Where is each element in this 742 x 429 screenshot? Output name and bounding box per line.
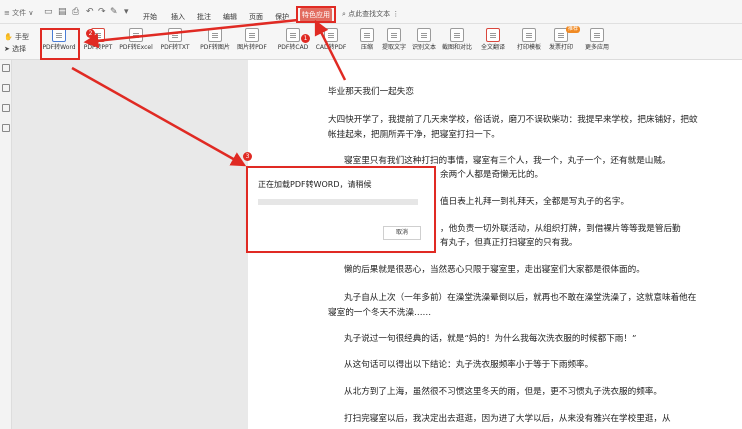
- doc-paragraph: 丸子说过一句很经典的话，就是“妈的！为什么我每次洗衣服的时候都下雨！”: [344, 334, 637, 344]
- left-sidebar: [0, 60, 12, 429]
- attachment-icon[interactable]: [2, 124, 10, 132]
- ocr-icon: [417, 28, 431, 42]
- invoice-print-button[interactable]: 推荐 发票打印: [546, 26, 580, 58]
- step-badge-2: 2: [86, 29, 95, 38]
- translate-button[interactable]: 全文翻译: [478, 28, 508, 58]
- print-icon[interactable]: ⎙: [72, 8, 79, 17]
- doc-paragraph: 打扫完寝室以后，我决定出去逛逛，因为进了大学以后，从来没有雅兴在学校里逛，从: [344, 414, 671, 424]
- save-icon[interactable]: ▤: [58, 8, 67, 17]
- redo-icon[interactable]: ↷: [98, 8, 106, 17]
- pdf-to-txt-icon: [168, 28, 182, 42]
- tool-label: PDF转PPT: [83, 44, 113, 51]
- screenshot-compare-button[interactable]: 截图和对比: [440, 28, 474, 58]
- search-box[interactable]: ⌕ 点此查找文本 ⋮: [342, 8, 399, 20]
- pdf-to-image-icon: [208, 28, 222, 42]
- doc-paragraph: 有丸子，但真正打扫寝室的只有我。: [440, 238, 578, 248]
- tab-edit[interactable]: 编辑: [220, 11, 240, 24]
- tool-label: PDF转TXT: [160, 44, 190, 51]
- more-apps-button[interactable]: 更多应用: [582, 28, 612, 58]
- pdf-to-cad-button[interactable]: PDF转CAD: [276, 28, 310, 58]
- tab-protect[interactable]: 保护: [272, 11, 292, 24]
- hand-mode-button[interactable]: ✋ 手型: [4, 32, 29, 42]
- tool-label: PDF转图片: [200, 44, 230, 51]
- tab-home[interactable]: 开始: [140, 11, 160, 24]
- doc-paragraph: 懒的后果就是很恶心，当然恶心只限于寝室里，走出寝室们大家都是很体面的。: [344, 265, 645, 275]
- bookmark-icon[interactable]: [2, 84, 10, 92]
- doc-title: 毕业那天我们一起失恋: [328, 87, 414, 97]
- format-painter-icon[interactable]: ✎: [110, 8, 118, 17]
- quick-access-dropdown-icon[interactable]: ▾: [124, 8, 129, 17]
- undo-icon[interactable]: ↶: [86, 8, 94, 17]
- arrow-3: [71, 66, 247, 167]
- tool-label: PDF转CAD: [277, 44, 309, 51]
- translate-icon: [486, 28, 500, 42]
- menu-bar: ≡ 文件 ∨ ▭ ▤ ⎙ ↶ ↷ ✎ ▾ 开始 插入 批注 编辑 页面 保护 特…: [0, 0, 742, 24]
- doc-paragraph: 值日表上礼拜一到礼拜天，全都是写丸子的名字。: [440, 197, 630, 207]
- tool-label: 识别文本: [411, 44, 436, 51]
- tool-label: 发票打印: [548, 44, 573, 51]
- more-apps-icon: [590, 28, 604, 42]
- tool-label: 压缩: [360, 44, 373, 51]
- annotation-box-dialog: [246, 166, 436, 253]
- ocr-button[interactable]: 识别文本: [410, 28, 438, 58]
- step-badge-3: 3: [243, 152, 252, 161]
- tool-label: PDF转Excel: [119, 44, 153, 51]
- tool-label: 图片转PDF: [237, 44, 267, 51]
- open-icon[interactable]: ▭: [44, 8, 53, 17]
- tool-label: 提取文字: [381, 44, 406, 51]
- pdf-to-excel-button[interactable]: PDF转Excel: [116, 28, 156, 58]
- annotation-box-special-tab: [296, 6, 336, 23]
- extract-text-icon: [387, 28, 401, 42]
- print-template-button[interactable]: 打印模板: [514, 28, 544, 58]
- doc-paragraph: 从这句话可以得出以下结论：丸子洗衣服频率小于等于下雨频率。: [344, 360, 594, 370]
- tool-label: 打印模板: [516, 44, 541, 51]
- tool-label: CAD转PDF: [315, 44, 347, 51]
- compress-icon: [360, 28, 374, 42]
- tab-comment[interactable]: 批注: [194, 11, 214, 24]
- search-text: 点此查找文本: [348, 10, 391, 18]
- pdf-to-txt-button[interactable]: PDF转TXT: [158, 28, 192, 58]
- select-mode-button[interactable]: ➤ 选择: [4, 44, 26, 54]
- tab-insert[interactable]: 插入: [168, 11, 188, 24]
- tool-label: 全文翻译: [480, 44, 505, 51]
- doc-paragraph: 余两个人都是奇懒无比的。: [440, 170, 544, 180]
- pdf-to-excel-icon: [129, 28, 143, 42]
- doc-paragraph: ，他负责一切外联活动，从组织打牌，到借裸片等等我是管后勤: [440, 224, 681, 234]
- cad-to-pdf-icon: [324, 28, 338, 42]
- mode-panel: ✋ 手型 ➤ 选择: [0, 30, 30, 56]
- pdf-to-image-button[interactable]: PDF转图片: [198, 28, 232, 58]
- ribbon-toolbar: PDF转Word PDF转PPT PDF转Excel PDF转TXT PDF转图…: [0, 24, 742, 60]
- doc-paragraph: 从北方到了上海，虽然很不习惯这里冬天的雨，但是，更不习惯丸子洗衣服的频率。: [344, 387, 662, 397]
- tool-label: 截图和对比: [441, 44, 472, 51]
- annotation-box-pdf-to-word: [40, 28, 80, 60]
- doc-paragraph: 丸子自从上次（一年多前）在澡堂洗澡晕倒以后，就再也不敢在澡堂洗澡了，这就意味着他…: [328, 293, 697, 318]
- image-to-pdf-icon: [245, 28, 259, 42]
- screenshot-icon: [450, 28, 464, 42]
- pdf-to-cad-icon: [286, 28, 300, 42]
- thumbnail-icon[interactable]: [2, 64, 10, 72]
- annotation-icon[interactable]: [2, 104, 10, 112]
- image-to-pdf-button[interactable]: 图片转PDF: [234, 28, 270, 58]
- cad-to-pdf-button[interactable]: CAD转PDF: [314, 28, 348, 58]
- print-template-icon: [522, 28, 536, 42]
- tool-label: 更多应用: [584, 44, 609, 51]
- file-menu[interactable]: ≡ 文件 ∨: [4, 9, 33, 18]
- compress-button[interactable]: 压缩: [356, 28, 378, 58]
- step-badge-1: 1: [301, 34, 310, 43]
- tab-page[interactable]: 页面: [246, 11, 266, 24]
- recommend-badge: 推荐: [565, 26, 580, 33]
- doc-paragraph: 大四快开学了，我提前了几天来学校，俗话说，磨刀不误砍柴功：我提早来学校，把床铺好…: [328, 115, 698, 140]
- hand-mode-label: 手型: [14, 33, 29, 41]
- select-mode-label: 选择: [12, 45, 27, 53]
- extract-text-button[interactable]: 提取文字: [380, 28, 408, 58]
